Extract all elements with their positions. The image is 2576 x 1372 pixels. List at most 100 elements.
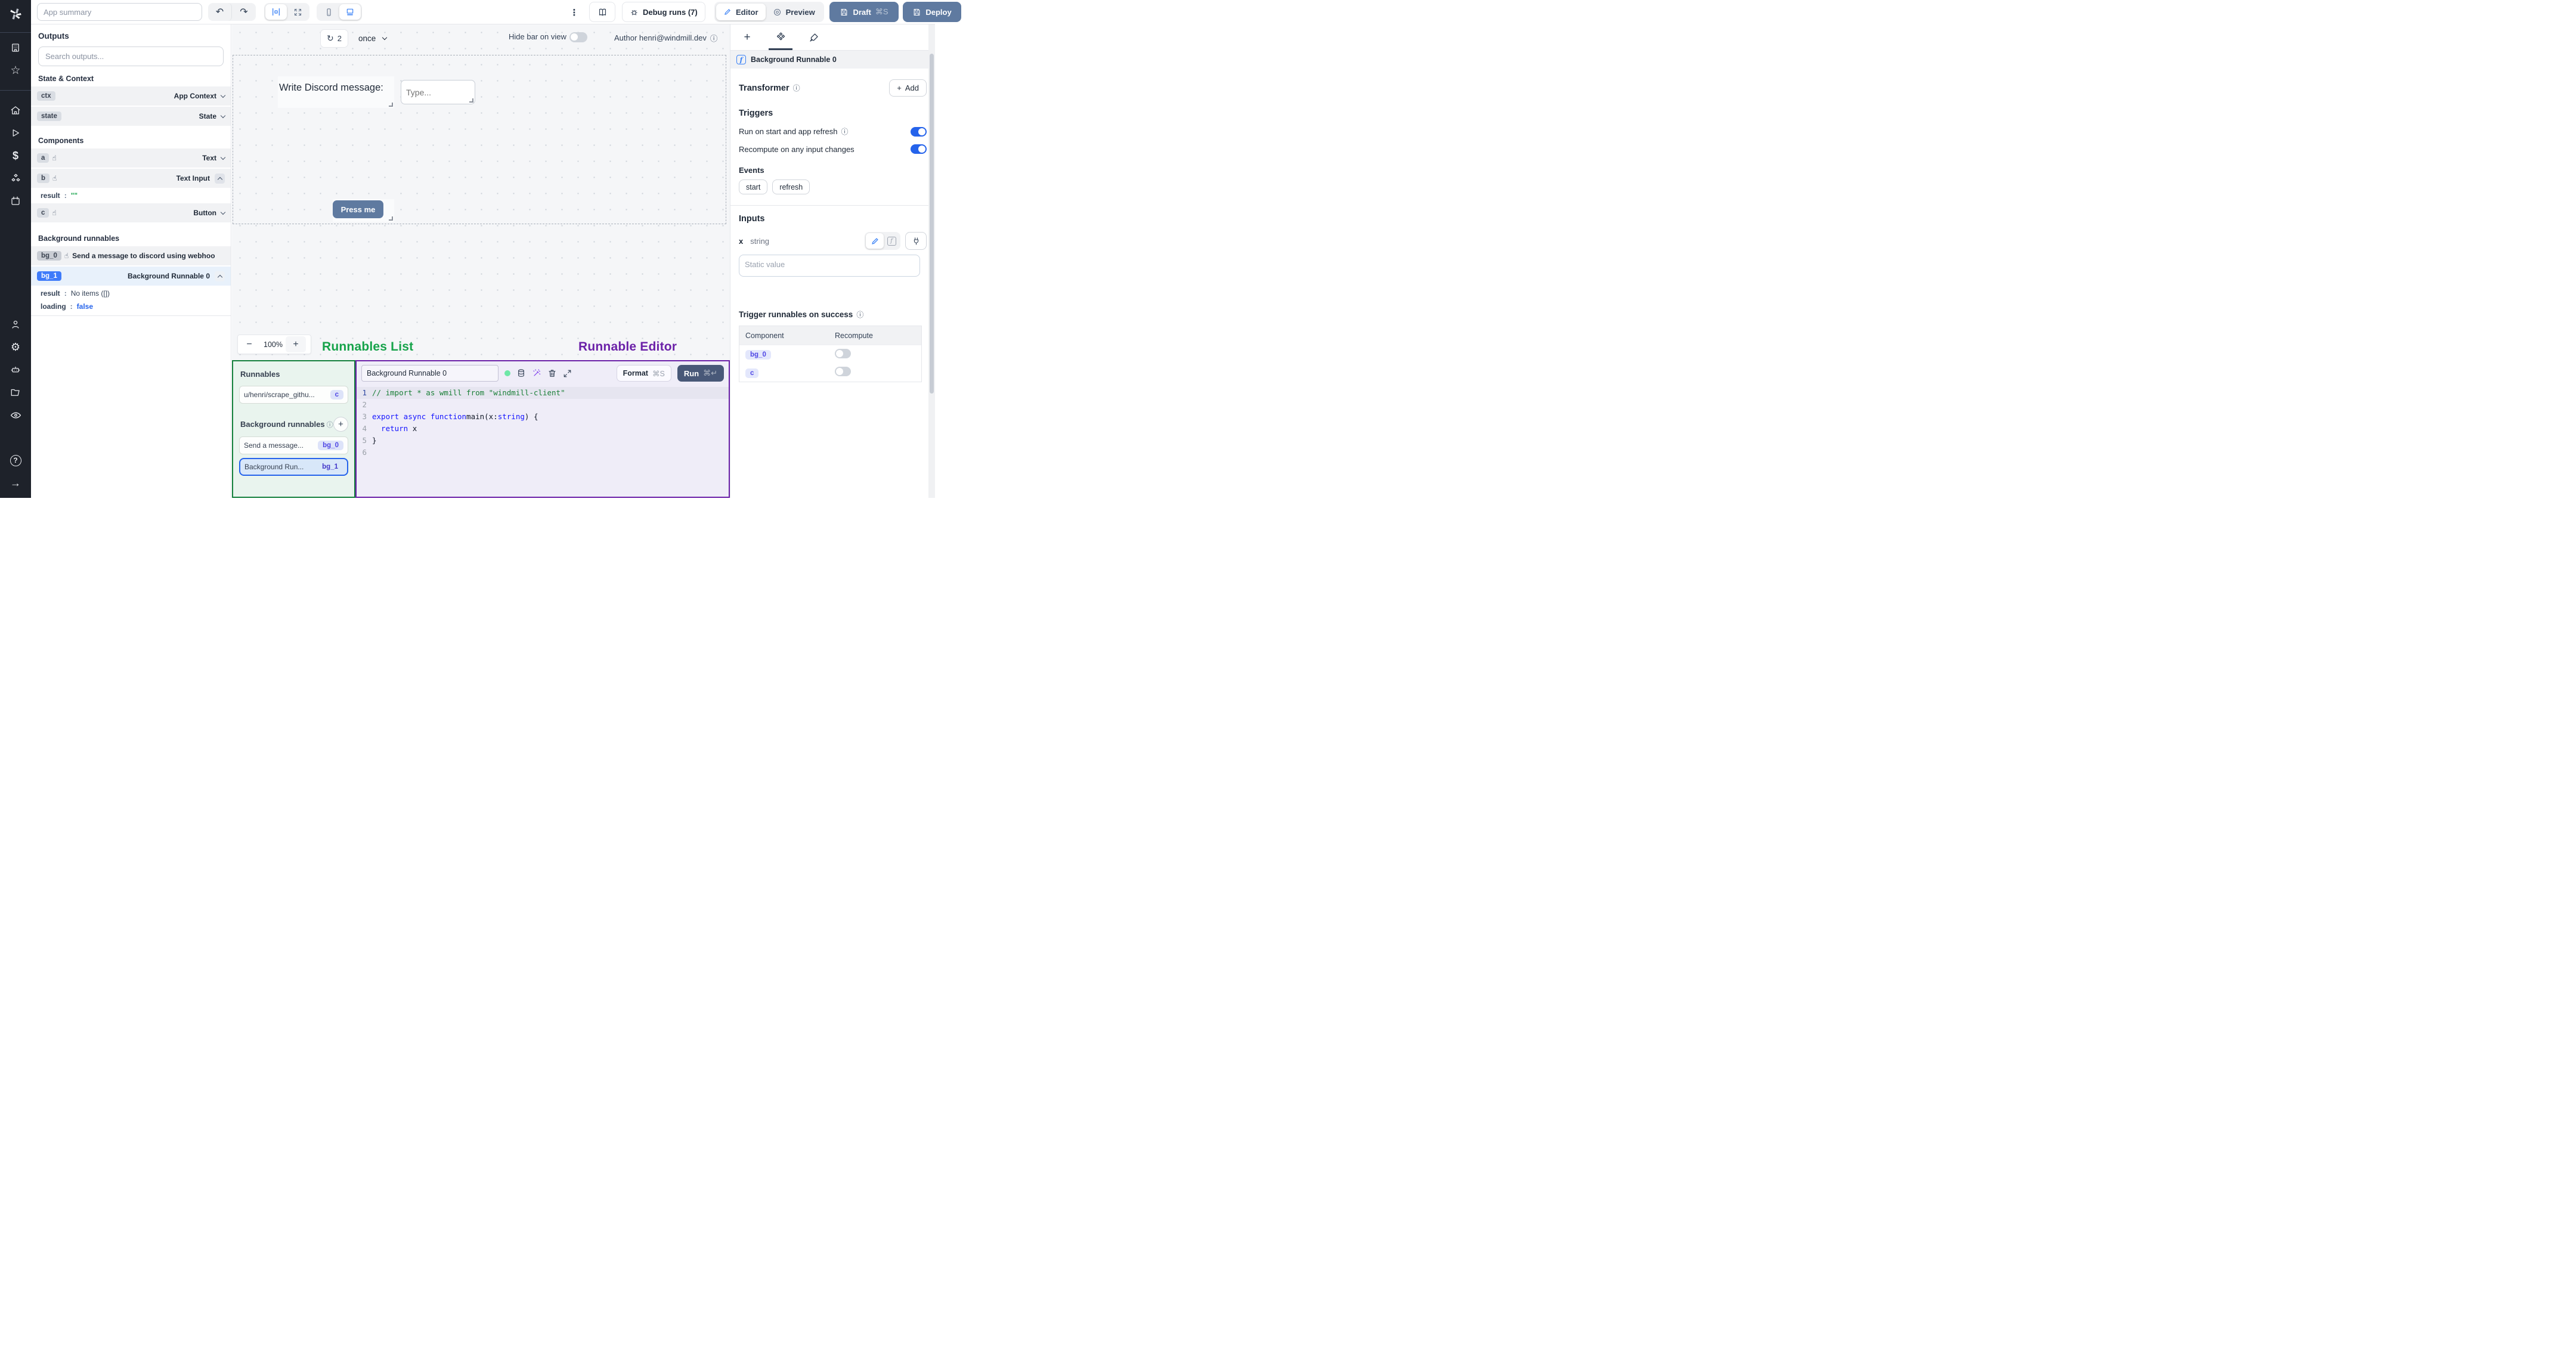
deploy-label: Deploy (925, 7, 952, 17)
runnable-item-badge: bg_1 (322, 463, 338, 470)
format-button[interactable]: Format ⌘S (616, 365, 671, 382)
function-icon: f (736, 55, 746, 64)
variables-dollar-icon[interactable]: $ (0, 144, 31, 167)
audit-eye-icon[interactable] (0, 404, 31, 426)
kebab-menu[interactable]: ⋮ (566, 5, 582, 20)
trigger-run-on-start: Run on start and app refresh ⓘ (730, 118, 935, 137)
event-start-pill[interactable]: start (739, 179, 768, 194)
static-value-textarea[interactable] (739, 255, 920, 277)
home-icon[interactable] (0, 99, 31, 122)
recompute-toggle[interactable] (911, 144, 927, 154)
chevron-up-icon[interactable] (215, 271, 225, 281)
static-pencil-icon[interactable] (866, 233, 884, 249)
runnables-list-panel: Runnables u/henri/scrape_githu... c Back… (232, 360, 355, 498)
center-layout-icon[interactable] (265, 4, 287, 20)
user-icon[interactable] (0, 313, 31, 336)
tab-editor[interactable]: Editor (716, 4, 766, 20)
output-row-b[interactable]: b ☝ Text Input (31, 169, 231, 188)
resources-cubes-icon[interactable] (0, 167, 31, 190)
transformer-title: Transformer (739, 83, 789, 93)
output-row-state[interactable]: state State (31, 107, 231, 126)
schedules-calendar-icon[interactable] (0, 190, 31, 212)
tab-styling-brush[interactable] (797, 24, 831, 50)
runnable-item-script[interactable]: u/henri/scrape_githu... c (239, 386, 348, 404)
docs-book-icon[interactable] (589, 2, 615, 22)
refresh-count-button[interactable]: ↻ 2 (320, 29, 348, 48)
tab-component-settings[interactable] (764, 24, 797, 50)
chevron-down-icon[interactable] (220, 154, 226, 160)
c-type: Button (193, 209, 216, 217)
debug-runs-button[interactable]: Debug runs (7) (622, 2, 705, 22)
add-transformer-button[interactable]: + Add (889, 79, 927, 97)
line-number: 2 (362, 400, 367, 409)
runnable-item-bg0[interactable]: Send a message... bg_0 (239, 436, 348, 454)
output-row-c[interactable]: c ☝ Button (31, 203, 231, 222)
chevron-up-icon[interactable] (215, 173, 225, 184)
search-outputs-input[interactable] (38, 47, 224, 66)
favorites-star-icon[interactable]: ☆ (0, 59, 31, 82)
resize-handle[interactable] (389, 216, 393, 221)
undo-button[interactable]: ↶ (208, 3, 232, 21)
zoom-out-button[interactable]: − (238, 339, 261, 350)
workspace-icon[interactable] (0, 36, 31, 59)
info-icon[interactable]: ⓘ (710, 32, 718, 44)
resize-handle[interactable] (469, 98, 473, 103)
panel-scrollbar-thumb[interactable] (930, 54, 934, 394)
tab-preview[interactable]: Preview (766, 4, 822, 20)
workers-robot-icon[interactable] (0, 358, 31, 381)
connect-plug-icon[interactable] (905, 232, 927, 250)
deploy-button[interactable]: Deploy (903, 2, 961, 22)
discord-message-input[interactable] (406, 80, 466, 104)
draft-button[interactable]: Draft ⌘S (829, 2, 899, 22)
text-component[interactable]: Write Discord message: (278, 76, 394, 108)
eval-function-icon[interactable]: f (884, 233, 899, 249)
text-component-value: Write Discord message: (279, 82, 383, 93)
app-summary-input[interactable] (37, 3, 202, 21)
recompute-toggle[interactable] (835, 348, 851, 358)
delete-trash-icon[interactable] (547, 368, 557, 378)
event-refresh-pill[interactable]: refresh (772, 179, 810, 194)
chevron-down-icon[interactable] (220, 209, 226, 215)
runnable-item-bg1-selected[interactable]: Background Run... bg_1 (239, 458, 348, 476)
bg-runnables-title: Background runnables (240, 420, 325, 429)
output-row-bg1[interactable]: bg_1 Background Runnable 0 (31, 267, 231, 286)
tab-insert-component[interactable]: + (730, 24, 764, 50)
hide-bar-toggle[interactable] (569, 32, 587, 42)
section-components: Components (38, 137, 84, 145)
help-icon[interactable]: ? (0, 449, 31, 472)
windmill-logo-icon[interactable] (0, 0, 31, 29)
folders-icon[interactable] (0, 381, 31, 404)
chevron-down-icon[interactable] (220, 92, 226, 98)
ai-wand-icon[interactable] (532, 368, 541, 378)
add-background-runnable-button[interactable]: + (333, 417, 348, 432)
expand-editor-icon[interactable] (563, 369, 572, 378)
code-editor[interactable]: 1 // import * as wmill from "windmill-cl… (357, 385, 729, 459)
run-button[interactable]: Run ⌘↵ (677, 365, 724, 382)
mobile-icon[interactable] (318, 4, 339, 20)
output-row-a[interactable]: a ☝ Text (31, 148, 231, 168)
settings-gear-icon[interactable]: ⚙ (0, 336, 31, 358)
output-row-bg0[interactable]: bg_0 ☝ Send a message to discord using w… (31, 246, 231, 265)
output-row-ctx[interactable]: ctx App Context (31, 86, 231, 106)
schedule-dropdown[interactable]: once (358, 29, 388, 48)
b-type: Text Input (176, 174, 210, 182)
code-token: string (497, 412, 525, 421)
redo-button[interactable]: ↷ (232, 3, 256, 21)
line-number: 4 (362, 424, 367, 433)
zoom-in-button[interactable]: + (286, 336, 306, 352)
fullscreen-icon[interactable] (287, 4, 308, 20)
desktop-icon[interactable] (339, 4, 361, 20)
runs-play-icon[interactable] (0, 122, 31, 144)
cache-database-icon[interactable] (516, 368, 526, 378)
debug-runs-label: Debug runs (7) (643, 7, 698, 17)
run-on-start-toggle[interactable] (911, 126, 927, 137)
resize-handle[interactable] (389, 103, 393, 107)
runnable-name-input[interactable] (361, 365, 499, 382)
collapse-arrow-icon[interactable]: → (0, 472, 31, 494)
text-input-component[interactable] (401, 80, 475, 104)
chevron-down-icon[interactable] (220, 113, 226, 118)
info-icon: ⓘ (841, 128, 849, 136)
press-me-button[interactable]: Press me (333, 200, 383, 218)
recompute-toggle[interactable] (835, 367, 851, 376)
annotation-runnables-list: Runnables List (322, 340, 414, 354)
